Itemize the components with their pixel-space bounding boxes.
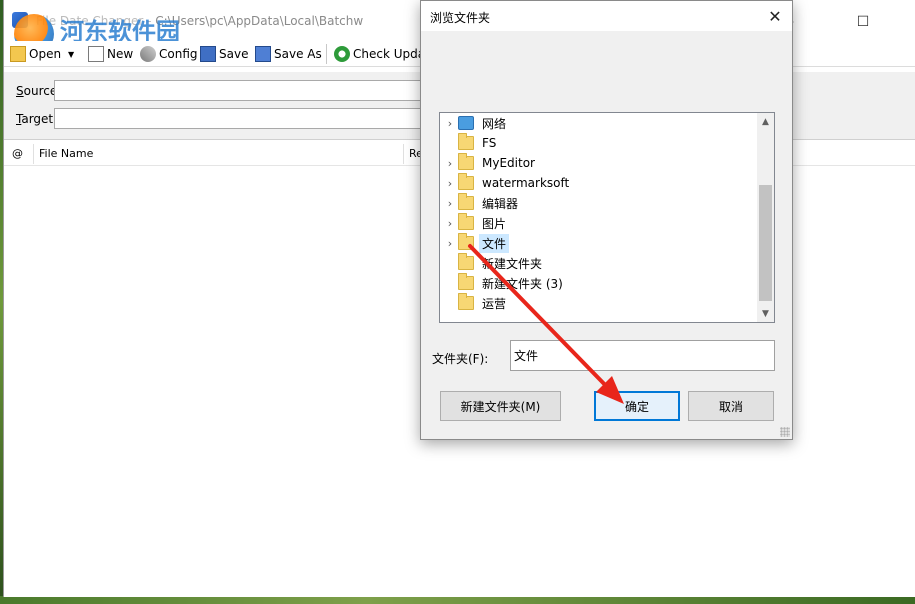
open-label: Open [29, 47, 62, 61]
source-label-accelerator: S [16, 84, 24, 98]
folder-label: 文件夹(F): [432, 352, 489, 366]
folder-icon [458, 233, 474, 250]
tree-item-label: 文件 [479, 233, 510, 253]
tree-item[interactable]: › 编辑器 [440, 193, 758, 213]
tree-item-label: MyEditor [482, 156, 535, 170]
network-icon [458, 116, 474, 130]
refresh-icon [334, 46, 350, 62]
target-input[interactable] [54, 108, 434, 129]
folder-tree[interactable]: 运营 新建文件夹 (3) 新建文件夹 › 文件 › 图片 › 编辑器 › watermarksoft… [439, 112, 775, 323]
target-label-text: arget [21, 112, 54, 126]
new-button[interactable]: New [88, 44, 133, 64]
save-as-button[interactable]: Save As [255, 44, 322, 64]
open-button[interactable]: Open [10, 44, 61, 64]
chevron-right-icon[interactable]: › [442, 173, 458, 193]
open-dropdown-button[interactable]: ▼ [68, 44, 74, 64]
folder-icon [458, 133, 474, 150]
new-file-icon [88, 46, 104, 62]
save-label: Save [219, 47, 249, 61]
scroll-up-arrow-icon[interactable]: ▲ [757, 113, 774, 130]
source-input[interactable] [54, 80, 434, 101]
chevron-right-icon[interactable]: › [442, 193, 458, 213]
source-label: Source [16, 84, 57, 98]
column-separator[interactable] [33, 144, 34, 164]
resize-grip-icon[interactable] [780, 427, 790, 437]
save-as-label: Save As [274, 47, 322, 61]
desktop-background-bottom [0, 596, 915, 604]
dialog-title: 浏览文件夹 [430, 11, 491, 25]
folder-icon [458, 173, 474, 190]
tree-item[interactable]: 运营 [440, 293, 758, 313]
new-folder-button[interactable]: 新建文件夹(M) [440, 391, 561, 421]
tree-item-label: FS [482, 136, 497, 150]
chevron-right-icon[interactable]: › [442, 213, 458, 233]
folder-icon [458, 213, 474, 230]
folder-open-icon [10, 46, 26, 62]
tree-item[interactable]: 新建文件夹 (3) [440, 273, 758, 293]
tree-item[interactable]: › 网络 [440, 113, 758, 133]
scroll-thumb[interactable] [759, 185, 772, 301]
chevron-right-icon[interactable]: › [442, 233, 458, 253]
column-header-file-name[interactable]: File Name [39, 147, 93, 160]
tree-scrollbar[interactable]: ▲ ▼ [757, 113, 774, 322]
dialog-close-button[interactable]: ✕ [760, 2, 790, 30]
config-label: Config [159, 47, 198, 61]
save-button[interactable]: Save [200, 44, 248, 64]
folder-icon [458, 253, 474, 270]
column-separator[interactable] [403, 144, 404, 164]
dialog-titlebar: 浏览文件夹 ✕ [421, 1, 792, 31]
tree-item[interactable]: FS [440, 133, 758, 153]
toolbar-separator [326, 44, 327, 64]
folder-icon [458, 153, 474, 170]
tree-item[interactable]: › 文件 [440, 233, 758, 253]
chevron-right-icon[interactable]: › [442, 113, 458, 133]
folder-icon [458, 273, 474, 290]
tree-item-label: 图片 [482, 216, 507, 231]
tree-item-label: 网络 [482, 116, 507, 131]
chevron-right-icon[interactable]: › [442, 153, 458, 173]
column-header-at[interactable]: @ [12, 147, 23, 160]
config-button[interactable]: Config [140, 44, 198, 64]
tree-item[interactable]: › 图片 [440, 213, 758, 233]
app-icon [12, 12, 28, 28]
tree-item[interactable]: 新建文件夹 [440, 253, 758, 273]
save-disk-icon [200, 46, 216, 62]
window-title-prefix: File Date Changer - [36, 14, 156, 28]
source-label-text: ource [23, 84, 58, 98]
config-icon [140, 46, 156, 62]
browse-folder-dialog: 浏览文件夹 ✕ 运营 新建文件夹 (3) 新建文件夹 › 文件 › 图片 › 编辑器 › water… [420, 0, 793, 440]
cancel-button[interactable]: 取消 [688, 391, 774, 421]
folder-icon [458, 193, 474, 210]
save-as-icon [255, 46, 271, 62]
target-label: Target [16, 112, 53, 126]
tree-item-label: watermarksoft [482, 176, 570, 190]
ok-button[interactable]: 确定 [594, 391, 680, 421]
chevron-down-icon: ▼ [68, 49, 75, 59]
maximize-button[interactable]: ☐ [840, 8, 886, 36]
tree-item-label: 新建文件夹 (3) [482, 276, 563, 291]
tree-item[interactable]: › MyEditor [440, 153, 758, 173]
window-title-path: C:\Users\pc\AppData\Local\Batchw [155, 14, 364, 28]
tree-item-label: 运营 [482, 296, 507, 311]
window-title: File Date Changer - C:\Users\pc\AppData\… [36, 14, 363, 28]
folder-input[interactable] [510, 340, 775, 371]
tree-item[interactable]: › watermarksoft [440, 173, 758, 193]
folder-icon [458, 293, 474, 310]
scroll-down-arrow-icon[interactable]: ▼ [757, 305, 774, 322]
tree-item-label: 新建文件夹 [482, 256, 543, 271]
new-label: New [107, 47, 134, 61]
tree-item-label: 编辑器 [482, 196, 519, 211]
